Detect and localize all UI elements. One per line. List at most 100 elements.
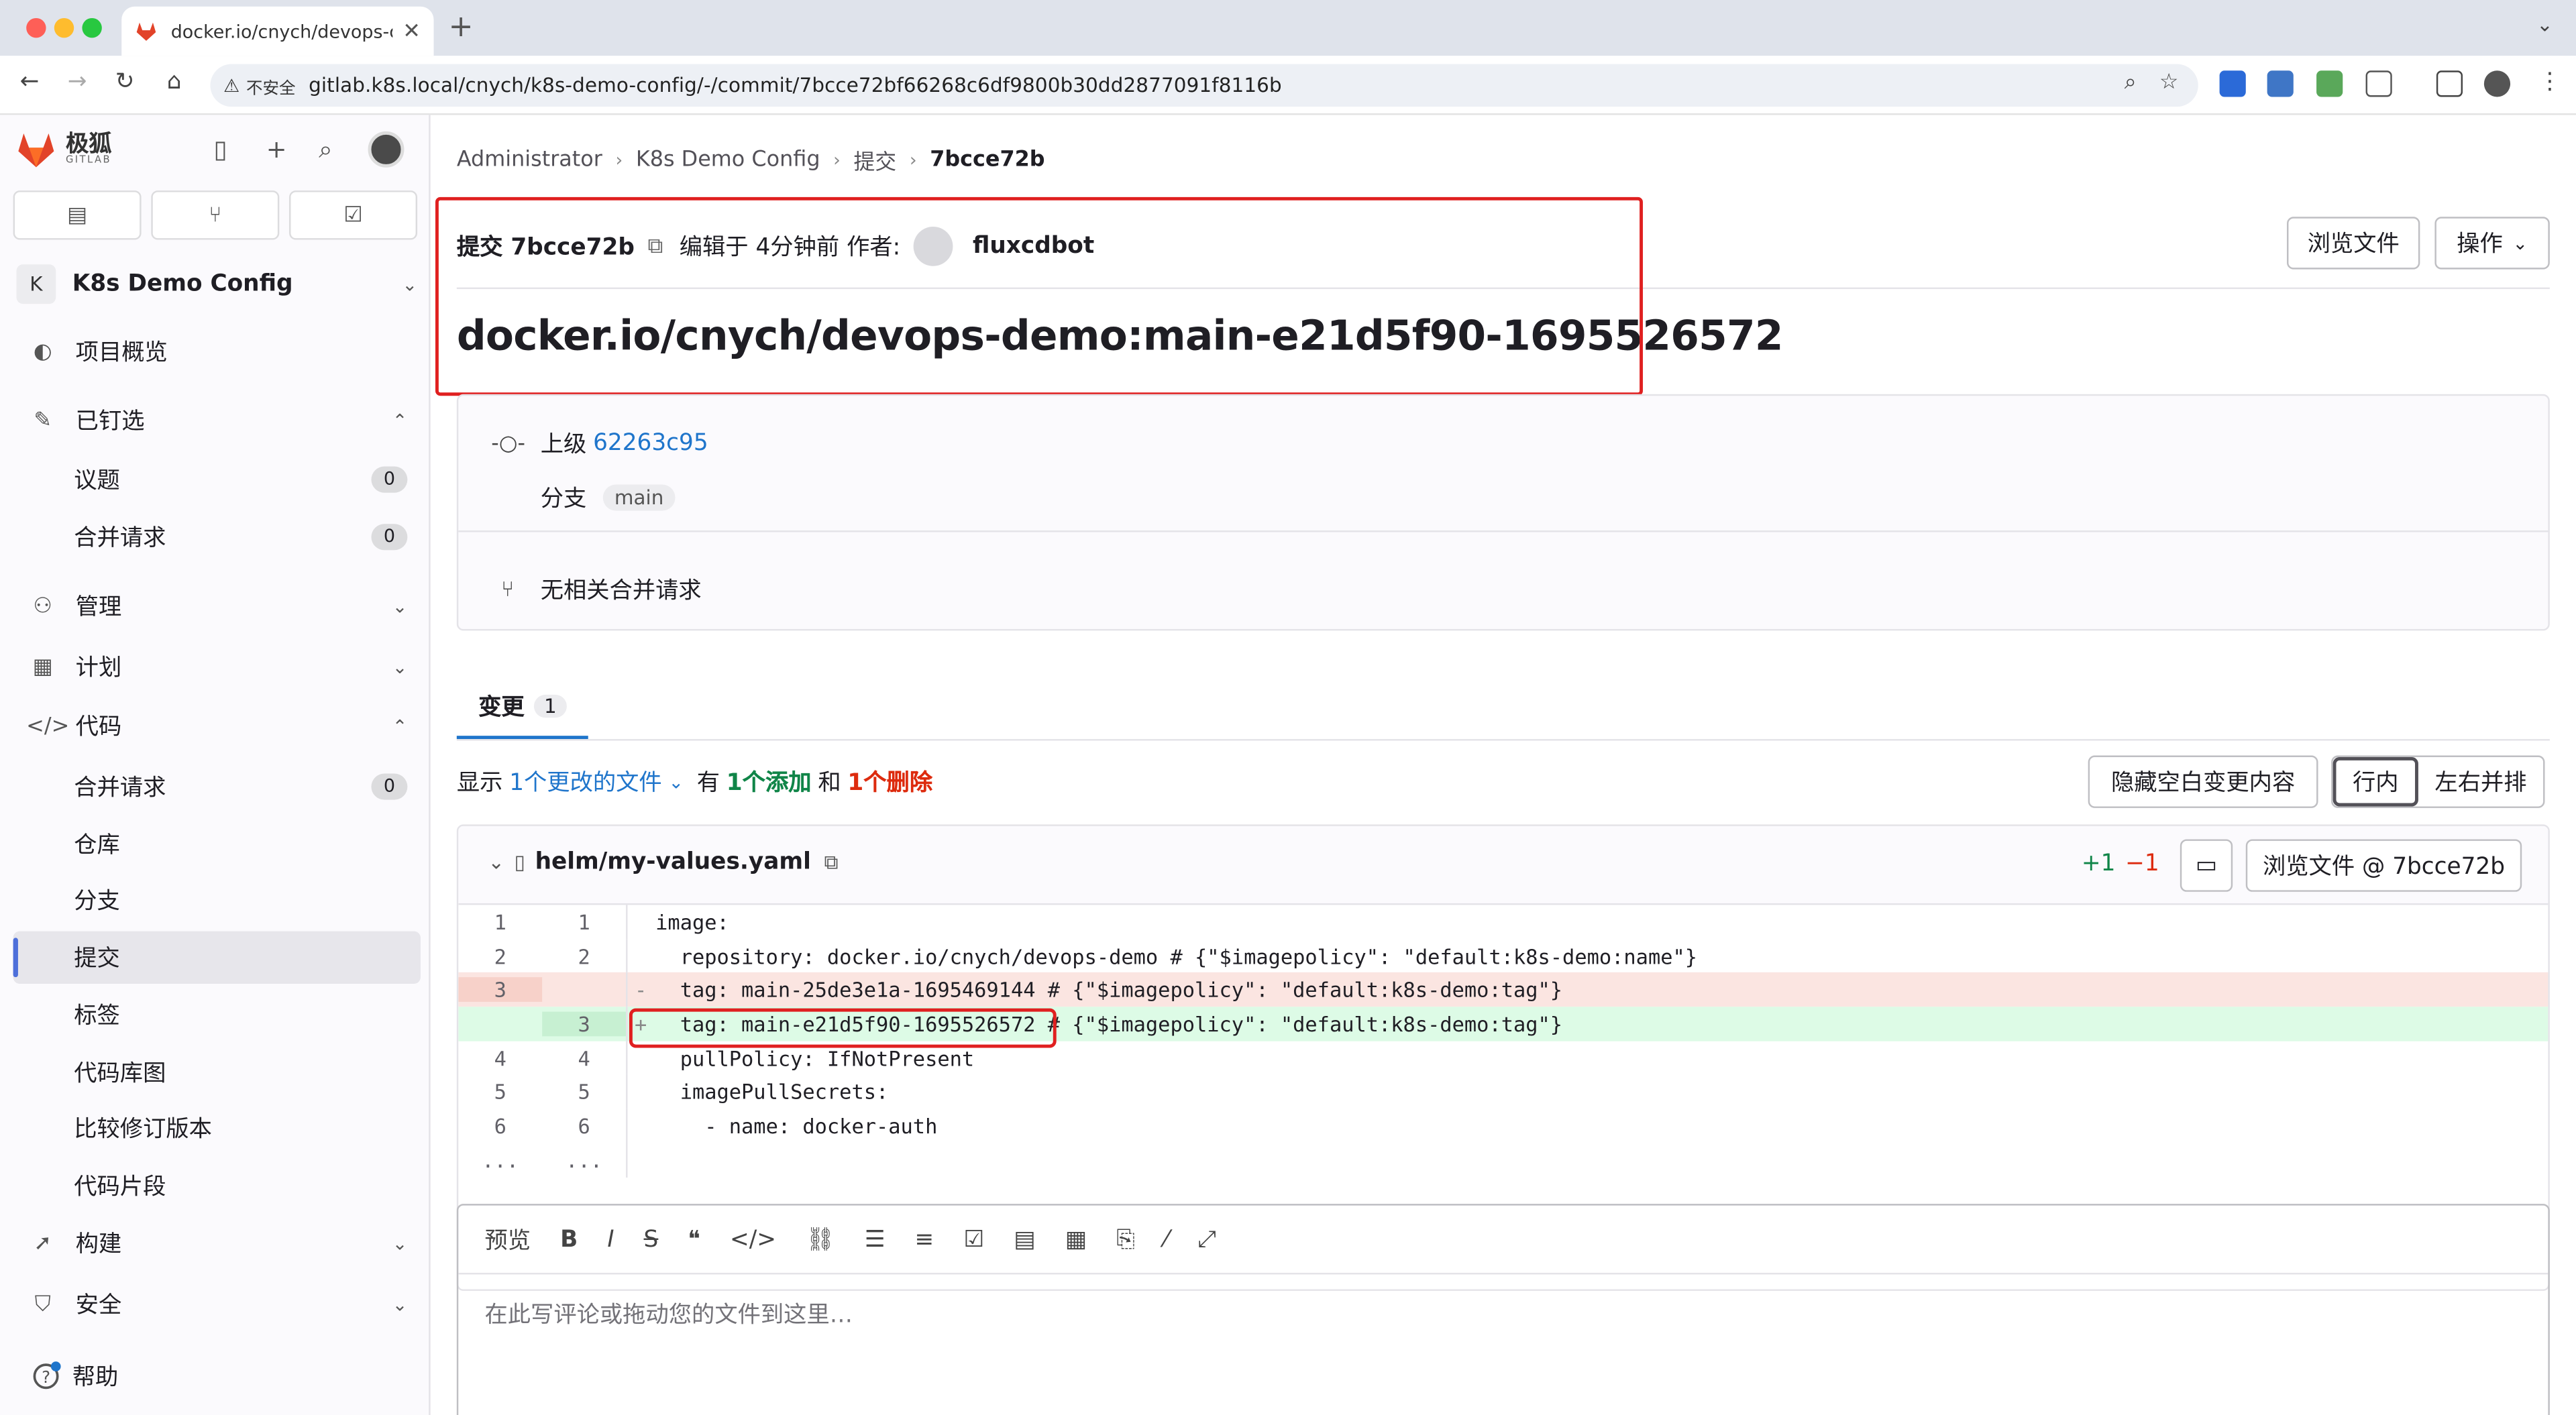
parent-sha-link[interactable]: 62263c95: [593, 431, 708, 457]
tab-changes[interactable]: 变更 1: [456, 677, 588, 740]
project-switcher[interactable]: K K8s Demo Config ⌄: [16, 263, 417, 306]
italic-icon[interactable]: I: [607, 1226, 614, 1252]
window-close-button[interactable]: [26, 17, 46, 38]
extension-green-icon[interactable]: [2316, 70, 2343, 97]
reload-icon[interactable]: ↻: [109, 69, 142, 95]
bookmark-star-icon[interactable]: ☆: [2159, 70, 2179, 95]
breadcrumb-current[interactable]: 7bcce72b: [930, 148, 1044, 172]
new-line-number[interactable]: 2: [542, 944, 626, 968]
new-line-number[interactable]: 1: [542, 909, 626, 934]
new-line-number[interactable]: ...: [542, 1147, 626, 1172]
create-new-icon[interactable]: +: [266, 135, 287, 164]
diff-line: 3 - tag: main-25de3e1a-1695469144 # {"$im…: [458, 972, 2548, 1007]
breadcrumb-commits[interactable]: 提交: [854, 145, 897, 176]
old-line-number[interactable]: ...: [458, 1147, 542, 1172]
attach-icon[interactable]: ⎘: [1116, 1226, 1134, 1252]
inline-view-button[interactable]: 行内: [2332, 756, 2418, 807]
old-line-number[interactable]: 1: [458, 909, 542, 934]
extension-vue-icon[interactable]: [2219, 70, 2246, 97]
merge-requests-shortcut-button[interactable]: ⑂: [151, 190, 280, 240]
side-by-side-button[interactable]: 左右并排: [2418, 757, 2543, 806]
sidebar-item-build[interactable]: ➚ 构建 ⌄: [13, 1217, 421, 1269]
new-tab-icon[interactable]: +: [449, 10, 474, 44]
sidebar-item-tags[interactable]: 标签: [13, 988, 421, 1041]
user-avatar[interactable]: [368, 131, 405, 168]
forward-icon[interactable]: →: [61, 69, 94, 95]
new-line-number[interactable]: 5: [542, 1080, 626, 1105]
home-icon[interactable]: ⌂: [158, 69, 191, 95]
browse-files-button[interactable]: 浏览文件: [2287, 217, 2420, 270]
slash-command-icon[interactable]: ⁄: [1165, 1226, 1169, 1252]
old-line-number[interactable]: 2: [458, 944, 542, 968]
changed-files-dropdown[interactable]: 1个更改的文件: [509, 765, 662, 798]
old-line-number[interactable]: 3: [458, 977, 543, 1003]
task-list-icon[interactable]: ☑: [963, 1226, 984, 1252]
browser-tab[interactable]: docker.io/cnych/devops-dem ✕: [121, 6, 434, 56]
actions-dropdown[interactable]: 操作 ⌄: [2434, 217, 2550, 270]
table-icon[interactable]: ▦: [1065, 1226, 1087, 1252]
search-icon[interactable]: ⌕: [319, 135, 333, 164]
preview-button[interactable]: 预览: [484, 1223, 531, 1255]
extension-s-icon[interactable]: [2267, 70, 2294, 97]
branch-badge[interactable]: main: [602, 484, 676, 511]
new-line-number[interactable]: 3: [542, 1011, 627, 1037]
old-line-number[interactable]: 6: [458, 1113, 542, 1138]
new-line-number[interactable]: 6: [542, 1113, 626, 1138]
file-path[interactable]: helm/my-values.yaml: [535, 849, 811, 875]
new-line-number[interactable]: 4: [542, 1045, 626, 1070]
hide-whitespace-button[interactable]: 隐藏空白变更内容: [2088, 755, 2318, 808]
comment-button[interactable]: ▭: [2180, 839, 2233, 892]
fullscreen-icon[interactable]: ⤢: [1198, 1226, 1216, 1252]
chevron-down-icon[interactable]: ⌄: [669, 771, 684, 793]
tab-close-icon[interactable]: ✕: [402, 19, 421, 44]
old-line-number[interactable]: 4: [458, 1045, 542, 1070]
sidebar-item-security[interactable]: ⛉ 安全 ⌄: [13, 1278, 421, 1330]
help-button[interactable]: ? 帮助: [30, 1360, 118, 1393]
numbered-list-icon[interactable]: ≡: [915, 1226, 934, 1252]
breadcrumb-project[interactable]: K8s Demo Config: [636, 148, 820, 172]
window-minimize-button[interactable]: [54, 17, 74, 38]
sidebar-item-manage[interactable]: ⚇ 管理 ⌄: [13, 579, 421, 632]
quote-icon[interactable]: ❝: [688, 1226, 700, 1252]
comment-textarea[interactable]: 在此写评论或拖动您的文件到这里…: [458, 1274, 2548, 1353]
code-icon[interactable]: </>: [730, 1226, 776, 1252]
sidebar-item-repository[interactable]: 仓库: [13, 818, 421, 870]
bold-icon[interactable]: B: [560, 1226, 578, 1252]
side-panel-icon[interactable]: [2436, 70, 2463, 97]
window-maximize-button[interactable]: [82, 17, 102, 38]
back-icon[interactable]: ←: [13, 69, 46, 95]
issues-shortcut-button[interactable]: ▤: [13, 190, 142, 240]
sidebar-item-plan[interactable]: ▦ 计划 ⌄: [13, 640, 421, 693]
sidebar-item-overview[interactable]: ◐ 项目概览: [13, 325, 421, 378]
tab-search-chevron-icon[interactable]: ⌄: [2536, 13, 2553, 36]
strikethrough-icon[interactable]: S: [644, 1226, 659, 1252]
sidebar-item-branches[interactable]: 分支: [13, 874, 421, 926]
sidebar-item-merge-requests[interactable]: 合并请求 0: [13, 760, 421, 813]
sidebar-item-commits[interactable]: 提交: [13, 931, 421, 984]
zoom-icon[interactable]: ⌕: [2125, 70, 2137, 95]
branch-label: 分支: [540, 486, 587, 513]
collapsible-icon[interactable]: ▤: [1014, 1226, 1035, 1252]
sidebar-item-snippets[interactable]: 代码片段: [13, 1159, 421, 1212]
profile-avatar-icon[interactable]: [2483, 70, 2511, 97]
browser-menu-icon[interactable]: ⋮: [2533, 69, 2566, 95]
sidebar-item-repository-graph[interactable]: 代码库图: [13, 1046, 421, 1098]
sidebar-item-code[interactable]: </> 代码 ⌃: [13, 699, 421, 752]
view-file-button[interactable]: 浏览文件 @ 7bcce72b: [2245, 839, 2522, 892]
security-indicator[interactable]: ⚠ 不安全: [223, 72, 309, 98]
sidebar-item-merge-requests-pinned[interactable]: 合并请求 0: [13, 511, 421, 563]
todos-shortcut-button[interactable]: ☑: [289, 190, 418, 240]
extensions-puzzle-icon[interactable]: [2365, 70, 2392, 97]
collapse-sidebar-icon[interactable]: ▯: [213, 135, 227, 164]
sidebar-item-compare[interactable]: 比较修订版本: [13, 1102, 421, 1154]
copy-icon[interactable]: ⧉: [824, 850, 838, 874]
brand-logo[interactable]: 极狐 GITLAB: [13, 128, 112, 171]
sidebar-item-issues[interactable]: 议题 0: [13, 453, 421, 506]
breadcrumb-admin[interactable]: Administrator: [457, 148, 602, 172]
old-line-number[interactable]: 5: [458, 1080, 542, 1105]
address-bar[interactable]: ⚠ 不安全 gitlab.k8s.local/cnych/k8s-demo-con…: [210, 64, 2198, 107]
link-icon[interactable]: ⛓: [806, 1226, 835, 1252]
collapse-chevron-icon[interactable]: ⌄: [488, 851, 504, 874]
bullet-list-icon[interactable]: ☰: [865, 1226, 885, 1252]
sidebar-item-pinned[interactable]: ✎ 已钉选 ⌃: [13, 394, 421, 447]
